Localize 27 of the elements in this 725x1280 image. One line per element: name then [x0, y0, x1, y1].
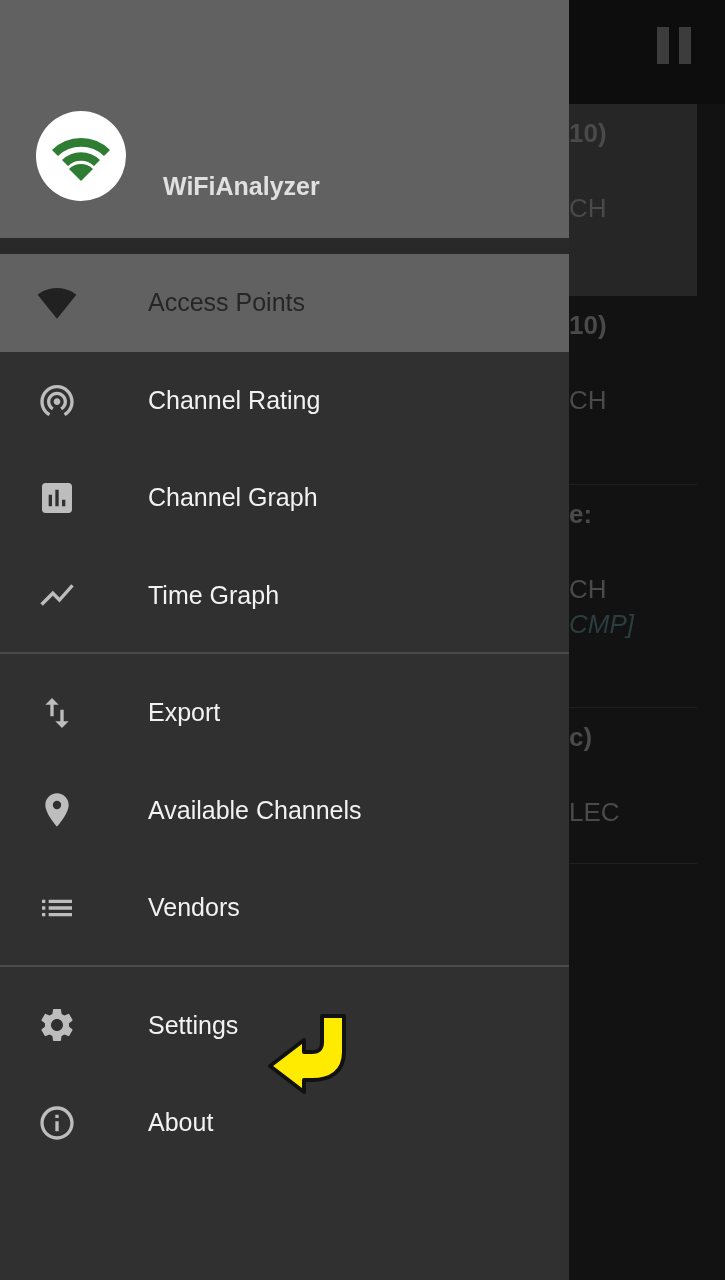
drawer-item[interactable]: Export — [0, 664, 569, 762]
card-text: c) — [569, 722, 593, 753]
drawer-item[interactable]: Time Graph — [0, 546, 569, 644]
drawer-item-label: Available Channels — [148, 795, 362, 825]
drawer-item[interactable]: About — [0, 1074, 569, 1172]
drawer-item-label: Channel Rating — [148, 385, 321, 415]
drawer-item-label: Access Points — [148, 288, 305, 318]
drawer-item[interactable]: Channel Graph — [0, 449, 569, 547]
app-title: WiFiAnalyzer — [163, 172, 320, 201]
card-text: 10) — [569, 310, 607, 341]
card-text: CH — [569, 574, 607, 605]
drawer-item-label: Vendors — [148, 893, 240, 923]
card-text: e: — [569, 499, 593, 530]
card-text: CH — [569, 385, 607, 416]
drawer-item-label: Channel Graph — [148, 483, 318, 513]
drawer-item[interactable]: Settings — [0, 976, 569, 1074]
drawer-item-label: Time Graph — [148, 580, 280, 610]
drawer-item-label: Export — [148, 698, 221, 728]
drawer-item[interactable]: Vendors — [0, 859, 569, 957]
curved-arrow-icon — [266, 1012, 348, 1096]
drawer-item-label: About — [148, 1108, 214, 1138]
drawer-item[interactable]: Channel Rating — [0, 351, 569, 449]
pause-icon[interactable] — [657, 26, 692, 64]
drawer-item[interactable]: Available Channels — [0, 761, 569, 859]
drawer-item-label: Settings — [148, 1010, 239, 1040]
app-logo-icon — [36, 111, 126, 201]
card-text: LEC — [569, 797, 620, 828]
